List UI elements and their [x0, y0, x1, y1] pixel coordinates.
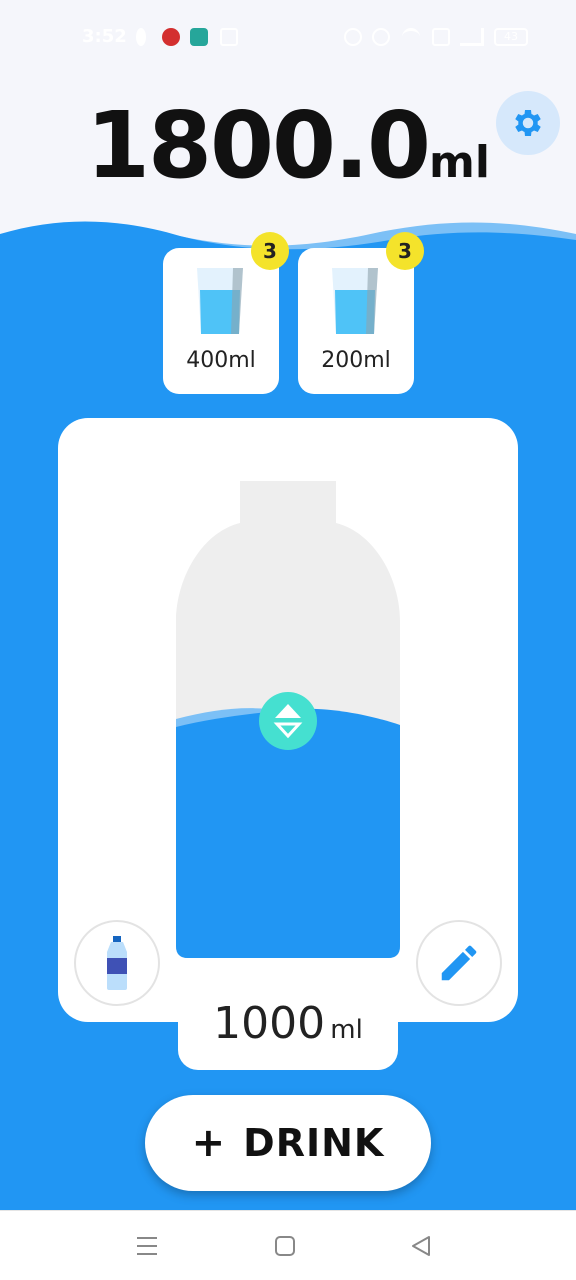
status-bar: 3:52 43 — [0, 0, 576, 76]
level-adjust-handle[interactable] — [259, 692, 317, 750]
cup-label: 400ml — [186, 348, 256, 373]
settings-button[interactable] — [496, 91, 560, 155]
plus-icon: + — [191, 1120, 226, 1166]
cup-label: 200ml — [321, 348, 391, 373]
cup-count-badge: 3 — [251, 232, 289, 270]
system-nav-bar — [0, 1210, 576, 1280]
status-time: 3:52 — [82, 26, 127, 47]
total-intake-value: 1800.0 — [86, 92, 431, 199]
chat-app-icon — [190, 28, 208, 46]
gallery-icon — [220, 28, 238, 46]
glass-icon — [197, 268, 243, 334]
water-bottle-icon — [107, 936, 127, 990]
jio-icon — [162, 28, 180, 46]
water-wave — [0, 221, 576, 270]
cup-option-400[interactable]: 400ml 3 — [163, 232, 289, 394]
alarm-icon — [344, 28, 362, 46]
glass-icon — [332, 268, 378, 334]
gear-icon — [515, 109, 541, 137]
signal-icon — [460, 28, 484, 46]
cup-option-200[interactable]: 200ml 3 — [298, 232, 424, 394]
cup-count-badge: 3 — [386, 232, 424, 270]
mute-icon — [372, 28, 390, 46]
battery-indicator: 43 — [494, 28, 528, 46]
drink-button[interactable]: + DRINK — [145, 1095, 431, 1191]
total-intake: 1800.0ml — [0, 92, 576, 199]
up-down-arrows-icon — [273, 704, 303, 739]
bottle-volume-display: 1000 ml — [178, 982, 398, 1070]
call-icon — [432, 28, 450, 46]
total-intake-unit: ml — [429, 137, 490, 188]
home-icon[interactable] — [272, 1233, 298, 1259]
pencil-icon — [441, 945, 477, 981]
notification-icon — [136, 28, 146, 46]
bottle-volume-value: 1000 — [213, 998, 326, 1049]
edit-amount-button[interactable] — [416, 920, 502, 1006]
bottle-volume-unit: ml — [330, 1015, 363, 1045]
drink-label: DRINK — [243, 1121, 385, 1165]
bottle-size-button[interactable] — [74, 920, 160, 1006]
wifi-icon — [402, 28, 420, 46]
back-icon[interactable] — [408, 1233, 434, 1259]
menu-icon[interactable] — [134, 1233, 160, 1259]
